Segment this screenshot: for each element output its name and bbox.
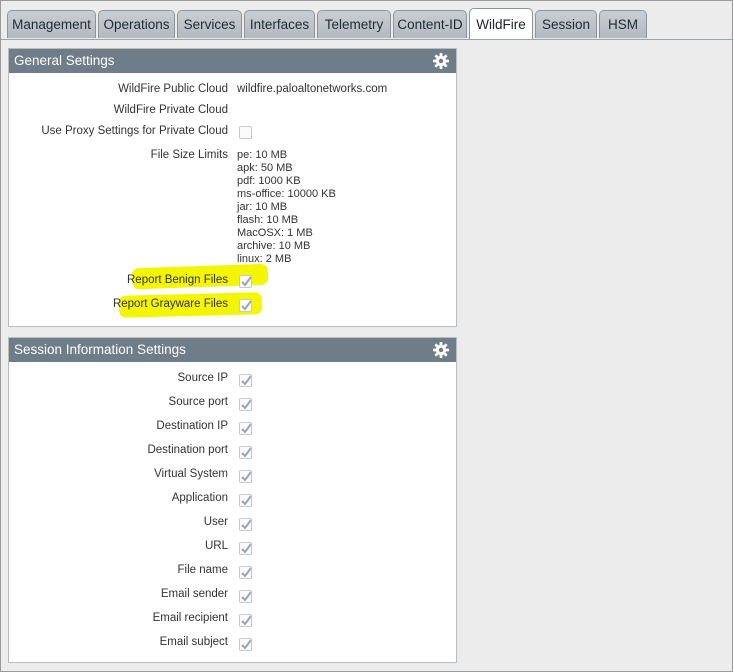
tab-bar: Management Operations Services Interface…	[1, 1, 732, 40]
tab-session[interactable]: Session	[535, 10, 597, 38]
public-cloud-value: wildfire.paloaltonetworks.com	[237, 83, 388, 95]
grayware-checkbox[interactable]	[239, 299, 252, 312]
check-icon	[241, 423, 252, 434]
proxy-checkbox[interactable]	[239, 126, 252, 139]
field-checkbox[interactable]	[239, 446, 252, 459]
gear-icon[interactable]	[432, 341, 450, 359]
field-checkbox[interactable]	[239, 470, 252, 483]
field-checkbox[interactable]	[239, 542, 252, 555]
field-application: Application	[9, 492, 456, 508]
check-icon	[241, 276, 252, 287]
benign-checkbox[interactable]	[239, 275, 252, 288]
general-settings-panel: General Settings WildFire Public Cloud w…	[8, 48, 457, 327]
check-icon	[241, 639, 252, 650]
field-destination-port: Destination port	[9, 444, 456, 460]
size-limits-list: pe: 10 MB apk: 50 MB pdf: 1000 KB ms-off…	[237, 149, 336, 266]
grayware-row: Report Grayware Files	[9, 298, 456, 314]
check-icon	[241, 519, 252, 530]
field-source-port: Source port	[9, 396, 456, 412]
tab-services[interactable]: Services	[177, 10, 242, 38]
settings-window: Management Operations Services Interface…	[0, 0, 733, 672]
field-checkbox[interactable]	[239, 374, 252, 387]
public-cloud-row: WildFire Public Cloud wildfire.paloalton…	[9, 83, 456, 99]
field-label: Source IP	[177, 372, 229, 384]
size-limit-item: pe: 10 MB	[237, 149, 288, 161]
size-limits-label: File Size Limits	[150, 149, 228, 161]
check-icon	[241, 495, 252, 506]
tab-hsm[interactable]: HSM	[599, 10, 647, 38]
size-limits-row: File Size Limits pe: 10 MB apk: 50 MB pd…	[9, 149, 456, 269]
panel-header: General Settings	[9, 49, 456, 73]
field-checkbox[interactable]	[239, 566, 252, 579]
field-label: URL	[204, 540, 228, 552]
size-limit-item: pdf: 1000 KB	[237, 175, 301, 187]
private-cloud-label: WildFire Private Cloud	[113, 104, 228, 116]
size-limit-item: ms-office: 10000 KB	[237, 188, 336, 200]
field-label: Application	[171, 492, 228, 504]
field-label: Source port	[168, 396, 228, 408]
field-email-recipient: Email recipient	[9, 612, 456, 628]
field-checkbox[interactable]	[239, 398, 252, 411]
field-label: Email subject	[159, 636, 228, 648]
field-virtual-system: Virtual System	[9, 468, 456, 484]
proxy-label: Use Proxy Settings for Private Cloud	[41, 125, 228, 137]
tab-content-id[interactable]: Content-ID	[393, 10, 467, 38]
field-file-name: File name	[9, 564, 456, 580]
panel-header: Session Information Settings	[9, 338, 456, 362]
public-cloud-label: WildFire Public Cloud	[118, 83, 228, 95]
tab-telemetry[interactable]: Telemetry	[317, 10, 391, 38]
check-icon	[241, 543, 252, 554]
proxy-row: Use Proxy Settings for Private Cloud	[9, 125, 456, 141]
tab-management[interactable]: Management	[7, 10, 96, 38]
field-email-sender: Email sender	[9, 588, 456, 604]
field-source-ip: Source IP	[9, 372, 456, 388]
tab-wildfire[interactable]: WildFire	[469, 8, 533, 39]
check-icon	[241, 375, 252, 386]
field-checkbox[interactable]	[239, 590, 252, 603]
field-email-subject: Email subject	[9, 636, 456, 652]
size-limit-item: flash: 10 MB	[237, 214, 299, 226]
field-destination-ip: Destination IP	[9, 420, 456, 436]
panel-title: Session Information Settings	[14, 342, 186, 357]
check-icon	[241, 615, 252, 626]
check-icon	[241, 471, 252, 482]
panel-title: General Settings	[14, 53, 115, 68]
check-icon	[241, 447, 252, 458]
field-checkbox[interactable]	[239, 638, 252, 651]
private-cloud-row: WildFire Private Cloud	[9, 104, 456, 120]
check-icon	[241, 591, 252, 602]
benign-label: Report Benign Files	[127, 274, 228, 286]
field-checkbox[interactable]	[239, 518, 252, 531]
tab-interfaces[interactable]: Interfaces	[244, 10, 315, 38]
field-url: URL	[9, 540, 456, 556]
check-icon	[241, 399, 252, 410]
field-label: Email sender	[160, 588, 228, 600]
session-settings-panel: Session Information Settings Source IP S…	[8, 337, 457, 663]
size-limit-item: jar: 10 MB	[237, 201, 288, 213]
size-limit-item: archive: 10 MB	[237, 240, 311, 252]
field-checkbox[interactable]	[239, 614, 252, 627]
tab-operations[interactable]: Operations	[98, 10, 175, 38]
field-label: Email recipient	[152, 612, 228, 624]
field-label: User	[203, 516, 228, 528]
field-label: Destination port	[147, 444, 228, 456]
field-checkbox[interactable]	[239, 494, 252, 507]
gear-icon[interactable]	[432, 52, 450, 70]
field-user: User	[9, 516, 456, 532]
field-label: File name	[177, 564, 229, 576]
field-label: Virtual System	[154, 468, 228, 480]
check-icon	[241, 300, 252, 311]
grayware-label: Report Grayware Files	[112, 298, 228, 310]
benign-row: Report Benign Files	[9, 274, 456, 290]
field-label: Destination IP	[156, 420, 228, 432]
check-icon	[241, 567, 252, 578]
size-limit-item: apk: 50 MB	[237, 162, 293, 174]
size-limit-item: MacOSX: 1 MB	[237, 227, 313, 239]
field-checkbox[interactable]	[239, 422, 252, 435]
